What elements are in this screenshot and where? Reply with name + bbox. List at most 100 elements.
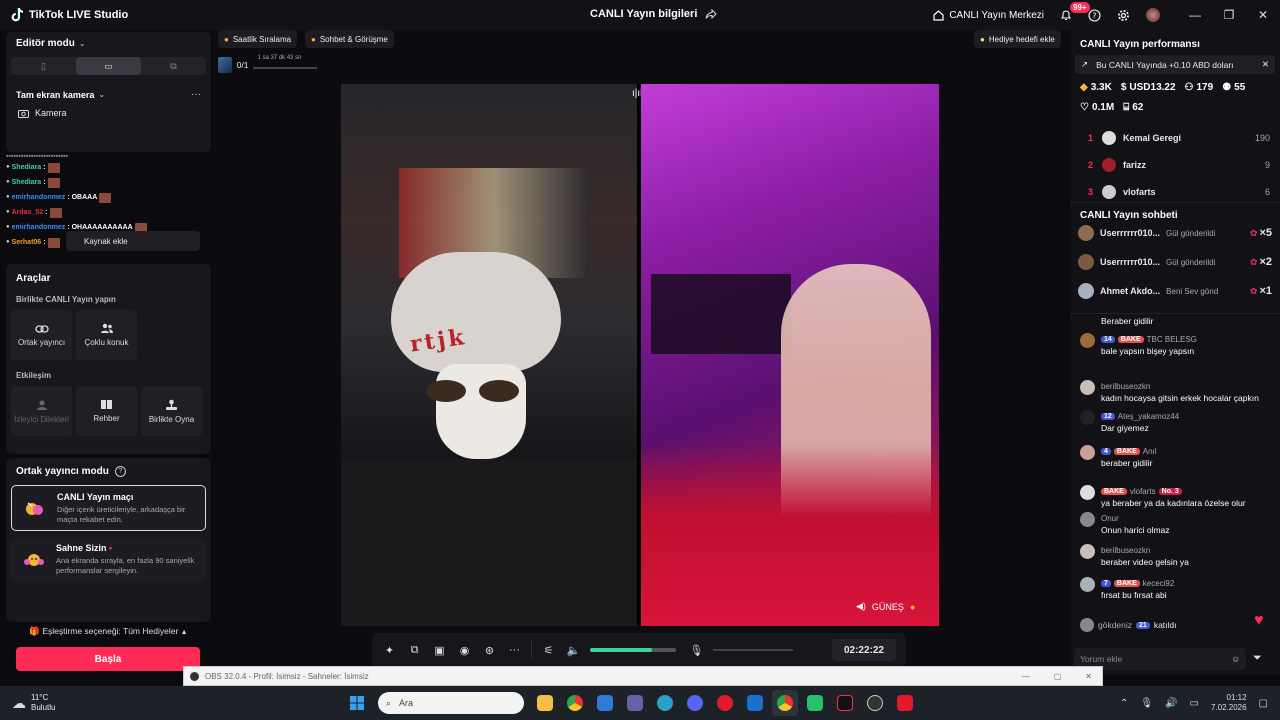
audio-settings-button[interactable]: ⚟ (536, 633, 561, 667)
screen-share-button[interactable]: ⧉ (402, 633, 427, 667)
earnings-stat: $ USD13.22 (1120, 82, 1176, 93)
profile-avatar[interactable] (1138, 0, 1168, 30)
volume-slider[interactable] (590, 648, 676, 652)
comment-item[interactable]: berilbuseozkn beraber video gelsin ya (1080, 544, 1270, 568)
caption-button[interactable]: ▣ (427, 633, 452, 667)
chevron-down-icon: ⌄ (78, 39, 86, 48)
camera-toggle-button[interactable]: ⊛ (477, 633, 502, 667)
editor-mode-dropdown[interactable]: Editör modu ⌄ (6, 32, 211, 49)
goal-icon (218, 57, 232, 73)
promo-banner: ↗ Bu CANLI Yayında +0.10 ABD doları ✕ (1075, 55, 1275, 74)
ranking-row[interactable]: 2 farizz 9 (1070, 151, 1280, 178)
teams-icon[interactable] (622, 690, 648, 716)
comment-item[interactable]: 7 BAKE kececi92 fırsat bu fırsat abi (1080, 577, 1270, 601)
partner-tag[interactable]: ◀) GÜNEŞ ● (856, 601, 915, 612)
close-icon[interactable]: ✕ (1262, 59, 1269, 70)
viewer-requests-button[interactable]: İzleyici Dilekleri (11, 386, 72, 436)
mail-icon[interactable] (742, 690, 768, 716)
promo-text: Bu CANLI Yayında +0.10 ABD doları (1096, 59, 1234, 70)
cohost-button[interactable]: Ortak yayıncı (11, 310, 72, 360)
clock-time: 01:12 (1226, 693, 1247, 702)
maximize-button[interactable]: ❐ (1212, 0, 1246, 30)
notification-tray-icon[interactable]: ▢ (1259, 698, 1268, 709)
live-center-button[interactable]: CANLI Yayın Merkezi (925, 0, 1052, 30)
live-match-title: CANLI Yayın maçı (57, 492, 134, 502)
youtube-icon[interactable] (892, 690, 918, 716)
guide-button[interactable]: Rehber (76, 386, 137, 436)
join-text: katıldı (1153, 620, 1177, 630)
chat-overlay-row: ● Shediara: (6, 160, 211, 175)
opera-icon[interactable] (712, 690, 738, 716)
portrait-mode-tab[interactable]: ▯ (11, 57, 76, 75)
store-icon[interactable] (592, 690, 618, 716)
stream-info-button[interactable]: CANLI Yayın bilgileri (590, 8, 718, 20)
play-together-button[interactable]: Birlikte Oyna (141, 386, 202, 436)
dual-mode-tab[interactable]: ⧉ (141, 57, 206, 75)
obs-maximize-button[interactable]: ▢ (1054, 672, 1062, 681)
live-center-label: CANLI Yayın Merkezi (949, 9, 1044, 21)
edge-icon[interactable] (652, 690, 678, 716)
multi-guest-button[interactable]: Çoklu konuk (76, 310, 137, 360)
network-icon[interactable]: ▭ (1190, 698, 1199, 709)
obs-title: OBS 32.0.4 - Profil: İsimsiz - Sahneler:… (205, 671, 369, 681)
settings-button[interactable] (1109, 0, 1138, 30)
close-button[interactable]: ✕ (1246, 0, 1280, 30)
stage-option[interactable]: Sahne Sizin • Ana ekranda sırayla, en fa… (11, 537, 206, 583)
volume-button[interactable]: 🔈 (561, 633, 586, 667)
ranking-list: 1 Kemal Geregi 190 2 farizz 9 3 vlofarts 6 (1070, 124, 1280, 205)
chrome-icon[interactable] (562, 690, 588, 716)
info-icon[interactable]: ? (114, 466, 126, 477)
start-button[interactable]: Başla (16, 647, 200, 671)
clock[interactable]: 01:12 7.02.2026 (1211, 693, 1247, 713)
comment-item[interactable]: Beraber gidilir (1080, 316, 1270, 327)
avatar (1080, 577, 1095, 592)
comment-item[interactable]: 4 BAKE Anıl beraber gidilir (1080, 445, 1270, 469)
add-source-button[interactable]: Kaynak ekle (66, 231, 200, 251)
stream-timer: 02:22:22 (831, 639, 896, 661)
obs-taskbar-icon[interactable] (862, 690, 888, 716)
speaker-tray-icon[interactable]: 🔊 (1165, 698, 1177, 709)
hourly-rank-chip[interactable]: ● Saatlik Sıralama (218, 30, 298, 48)
tiktok-icon[interactable] (832, 690, 858, 716)
live-match-option[interactable]: CANLI Yayın maçı Diğer içerik üreticiler… (11, 485, 206, 531)
app-green-icon[interactable] (802, 690, 828, 716)
chat-overlay-row: ● Shediara: (6, 175, 211, 190)
obs-minimize-button[interactable]: — (1022, 672, 1030, 681)
chevron-up-icon[interactable]: ⌃ (1120, 698, 1128, 709)
obs-window[interactable]: OBS 32.0.4 - Profil: İsimsiz - Sahneler:… (183, 666, 1103, 686)
chat-overlay: ▪▪▪▪▪▪▪▪▪▪▪▪▪▪▪▪▪▪▪▪▪▪▪▪▪ (6, 153, 69, 157)
stream-info-label: CANLI Yayın bilgileri (590, 8, 698, 20)
source-item-camera[interactable]: Kamera (6, 100, 211, 118)
mic-tray-icon[interactable]: 🎙 (1140, 698, 1153, 709)
weather-widget[interactable]: ☁ 11°C Bulutlu (12, 693, 342, 713)
record-button[interactable]: ◉ (452, 633, 477, 667)
comment-item[interactable]: Onur Onun harici olmaz (1080, 512, 1270, 536)
explorer-icon[interactable] (532, 690, 558, 716)
start-button[interactable] (344, 690, 370, 716)
search-box[interactable]: ⌕ Ara (378, 692, 524, 714)
minimize-button[interactable]: — (1178, 0, 1212, 30)
filter-icon[interactable]: ⏷ (1253, 652, 1262, 665)
chrome-active-icon[interactable] (772, 690, 798, 716)
gift-row: Ahmet Akdo... Beni Sev gönd ✿ ×1 (1078, 279, 1272, 303)
pairing-dropdown[interactable]: 🎁 Eşleştirme seçeneği: Tüm Hediyeler ▲ (6, 626, 211, 637)
landscape-mode-tab[interactable]: ▭ (76, 57, 141, 75)
more-options-icon[interactable]: ··· (191, 89, 201, 100)
start-label: Başla (94, 653, 122, 665)
emoji-icon[interactable]: ☺ (1231, 654, 1240, 664)
more-button[interactable]: ··· (502, 633, 527, 667)
comment-item[interactable]: BAKE vlofarts No. 3 ya beraber ya da kadınl… (1080, 485, 1270, 509)
interaction-label: Etkileşim (16, 371, 52, 380)
comment-item[interactable]: 12 Ateş_yakamoz44 Dar giyemez (1080, 410, 1270, 434)
obs-close-button[interactable]: ✕ (1085, 672, 1092, 681)
ranking-row[interactable]: 3 vlofarts 6 (1070, 178, 1280, 205)
ranking-row[interactable]: 1 Kemal Geregi 190 (1070, 124, 1280, 151)
mic-button[interactable]: 🎙 (684, 633, 709, 667)
chat-match-chip[interactable]: ● Sohbet & Görüşme (305, 30, 394, 48)
gift-goal-chip[interactable]: ● Hediye hedefi ekle (974, 30, 1061, 48)
effects-button[interactable]: ✦ (377, 633, 402, 667)
discord-icon[interactable] (682, 690, 708, 716)
scene-dropdown[interactable]: Tam ekran kamera ⌄ (16, 90, 105, 100)
comment-item[interactable]: 14 BAKE TBC BELESG bale yapsın bişey yapsın (1080, 333, 1270, 357)
comment-item[interactable]: berilbuseozkn kadın hocaysa gitsin erkek … (1080, 380, 1270, 404)
